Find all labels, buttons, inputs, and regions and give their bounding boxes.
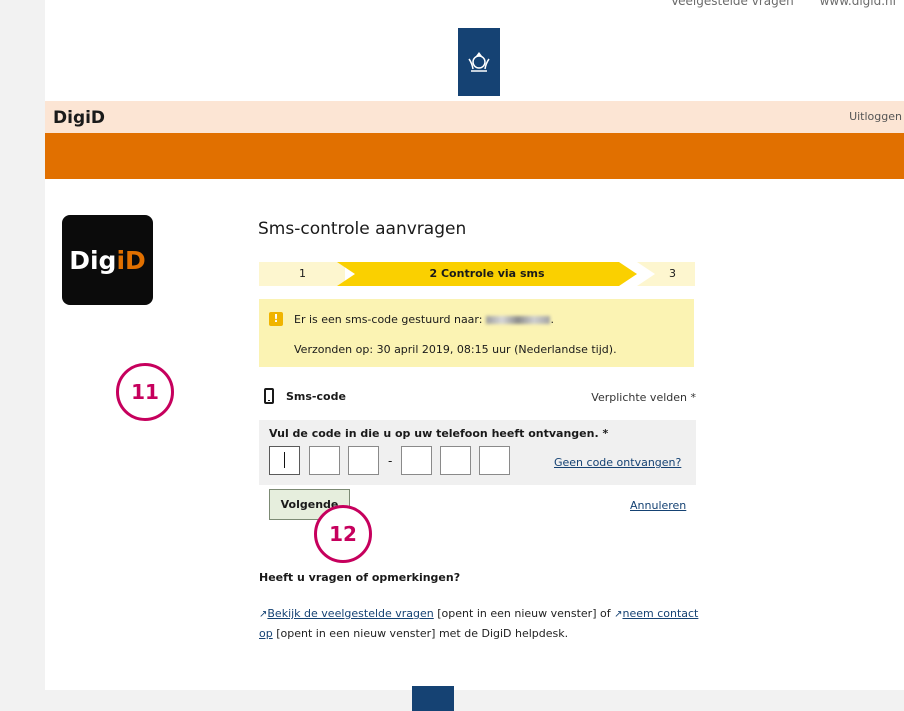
help-title: Heeft u vragen of opmerkingen?: [259, 571, 461, 584]
redacted-phone-number: [486, 316, 551, 324]
help-text: ↗Bekijk de veelgestelde vragen [opent in…: [259, 604, 699, 643]
code-digit-6[interactable]: [479, 446, 510, 475]
alert-sent-text: Er is een sms-code gestuurd naar:.: [294, 313, 554, 326]
orange-banner: [45, 133, 904, 179]
code-digit-2[interactable]: [309, 446, 340, 475]
no-code-received-link[interactable]: Geen code ontvangen?: [554, 456, 681, 469]
logout-link[interactable]: Uitloggen: [849, 110, 902, 123]
cancel-link[interactable]: Annuleren: [630, 499, 686, 512]
annotation-callout-11: 11: [116, 363, 174, 421]
sms-sent-alert: ! Er is een sms-code gestuurd naar:. Ver…: [259, 299, 694, 367]
code-instruction: Vul de code in die u op uw telefoon heef…: [269, 427, 609, 440]
step-2-active: 2 Controle via sms: [337, 262, 637, 286]
helpdesk-text: met de DigiD helpdesk.: [438, 627, 569, 640]
logo-text-main: Dig: [69, 245, 117, 275]
logo-text-accent: iD: [116, 245, 146, 275]
step-1: 1: [259, 262, 345, 286]
code-digit-3[interactable]: [348, 446, 379, 475]
faq-top-link[interactable]: Veelgestelde vragen: [671, 0, 794, 8]
sms-code-label: Sms-code: [286, 390, 346, 403]
contact-link-part1[interactable]: neem contact: [622, 607, 698, 620]
required-fields-note: Verplichte velden *: [591, 391, 696, 404]
contact-link-part2[interactable]: op: [259, 627, 273, 640]
code-separator: -: [388, 454, 393, 468]
new-window-note-1: [opent in een nieuw venster]: [437, 607, 597, 620]
code-entry-panel: Vul de code in die u op uw telefoon heef…: [259, 420, 696, 485]
code-digit-1[interactable]: [269, 446, 300, 475]
header-bar: DigiD Uitloggen: [45, 101, 904, 133]
code-digit-4[interactable]: [401, 446, 432, 475]
page-title: Sms-controle aanvragen: [258, 219, 467, 239]
or-text: of: [599, 607, 611, 620]
new-window-note-2: [opent in een nieuw venster]: [276, 627, 436, 640]
footer-logo-tab: [412, 686, 454, 711]
digid-site-link[interactable]: www.digid.nl: [820, 0, 896, 8]
annotation-callout-12: 12: [314, 505, 372, 563]
rijksoverheid-logo[interactable]: [458, 28, 500, 96]
code-digit-5[interactable]: [440, 446, 471, 475]
warning-icon: !: [269, 312, 283, 326]
coat-of-arms-icon: [468, 52, 490, 72]
sms-code-header: Sms-code Verplichte velden *: [259, 388, 696, 408]
top-links: Veelgestelde vragen www.digid.nl: [649, 0, 896, 8]
step-3: 3: [637, 262, 695, 286]
digid-app-logo: Dig iD: [62, 215, 153, 305]
faq-link[interactable]: Bekijk de veelgestelde vragen: [267, 607, 433, 620]
step-indicator: 1 3 2 Controle via sms: [259, 262, 695, 286]
brand-name: DigiD: [53, 108, 106, 128]
alert-timestamp: Verzonden op: 30 april 2019, 08:15 uur (…: [294, 343, 617, 356]
digid-page: Veelgestelde vragen www.digid.nl DigiD U…: [45, 0, 904, 690]
mobile-phone-icon: [264, 388, 274, 404]
